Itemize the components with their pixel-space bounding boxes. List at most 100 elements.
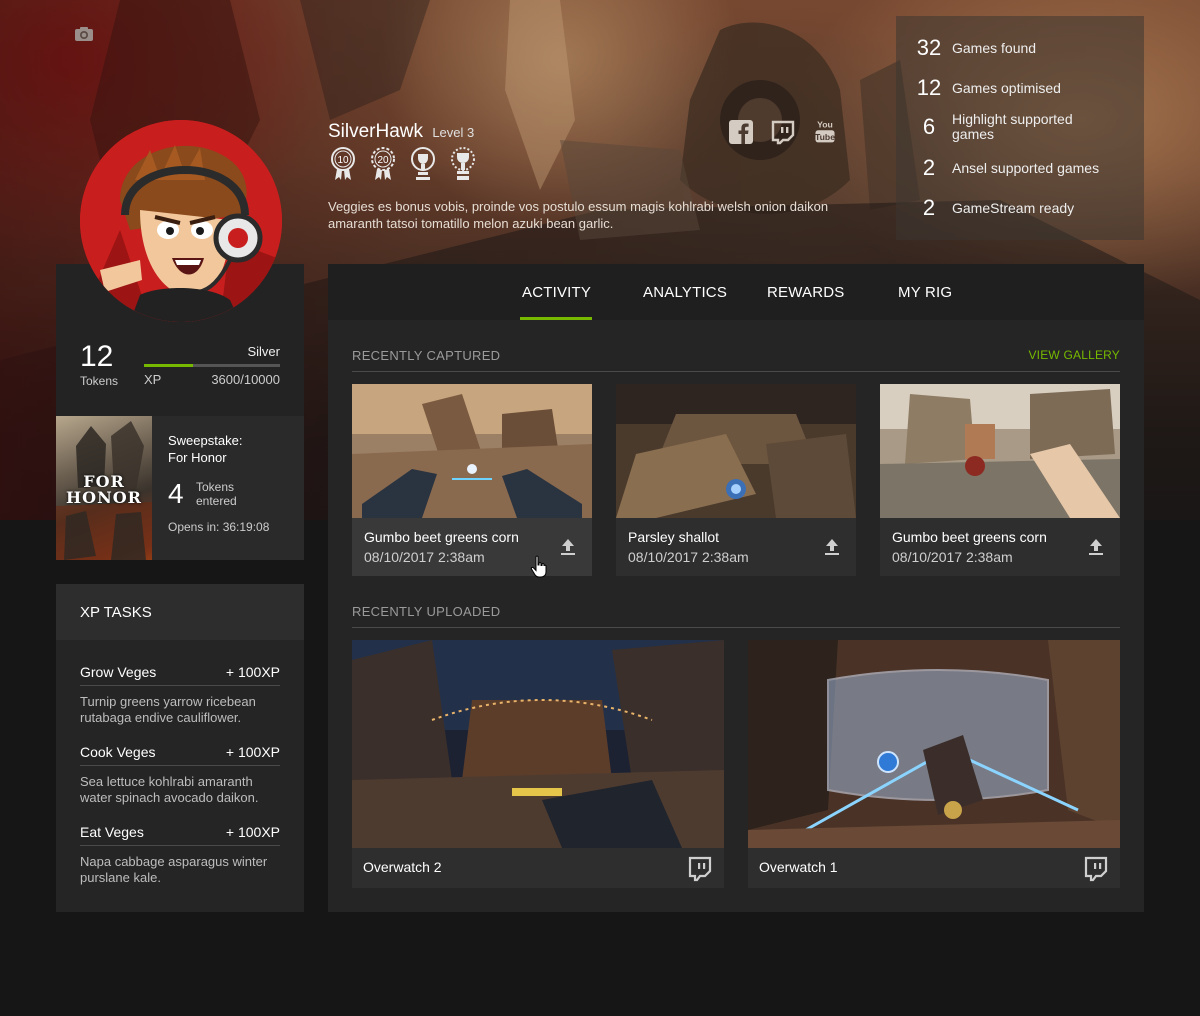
- hand-cursor-icon: [530, 555, 547, 578]
- task-description: Napa cabbage asparagus winter purslane k…: [80, 854, 268, 885]
- sweepstake-title-line: Sweepstake:: [168, 433, 243, 448]
- captured-title: Gumbo beet greens corn: [892, 529, 1047, 545]
- badge-10-icon[interactable]: 10: [328, 146, 358, 182]
- main-panel: ACTIVITY ANALYTICS REWARDS MY RIG RECENT…: [328, 264, 1144, 912]
- captured-title: Gumbo beet greens corn: [364, 529, 519, 545]
- recently-uploaded-title: RECENTLY UPLOADED: [352, 604, 501, 619]
- stats-panel: 32 Games found 12 Games optimised 6 High…: [896, 16, 1144, 240]
- captured-thumbnail: [352, 384, 592, 518]
- captured-item[interactable]: Parsley shallot 08/10/2017 2:38am: [616, 384, 856, 576]
- svg-text:You: You: [817, 120, 833, 130]
- sweepstake-token-label: Tokens entered: [196, 480, 237, 508]
- task-xp: + 100XP: [225, 744, 280, 760]
- social-links: You Tube: [728, 119, 838, 145]
- sweepstake-countdown: Opens in: 36:19:08: [168, 520, 270, 534]
- stat-number: 6: [922, 114, 936, 139]
- facebook-icon[interactable]: [728, 119, 754, 145]
- sweepstake-title: Sweepstake: For Honor: [168, 432, 242, 466]
- twitch-icon[interactable]: [688, 856, 712, 882]
- captured-date: 08/10/2017 2:38am: [628, 549, 749, 565]
- upload-icon[interactable]: [560, 538, 576, 556]
- xp-tasks-card: XP TASKS Grow Veges + 100XP Turnip green…: [56, 584, 304, 912]
- stat-label: Games found: [952, 39, 1037, 56]
- twitch-icon[interactable]: [770, 119, 796, 145]
- section-divider: [352, 371, 1120, 372]
- stat-label: Highlight supported games: [952, 111, 1073, 142]
- tier-label: Silver: [247, 344, 280, 359]
- camera-icon[interactable]: [74, 26, 94, 42]
- svg-text:10: 10: [337, 155, 349, 166]
- task-description: Turnip greens yarrow ricebean rutabaga e…: [80, 694, 256, 725]
- stat-number: 32: [916, 35, 942, 60]
- for-honor-logo: FOR HONOR: [66, 472, 142, 507]
- captured-date: 08/10/2017 2:38am: [892, 549, 1013, 565]
- sweepstake-card[interactable]: FOR HONOR Sweepstake: For Honor 4 Tokens…: [56, 416, 304, 560]
- stat-number: 2: [922, 195, 936, 220]
- youtube-icon[interactable]: You Tube: [812, 119, 838, 145]
- tokens-label: Tokens: [80, 374, 119, 388]
- xp-tasks-header: XP TASKS: [56, 584, 304, 640]
- profile-bio: Veggies es bonus vobis, proinde vos post…: [328, 199, 829, 231]
- badge-20-icon[interactable]: 20: [368, 146, 398, 182]
- xp-task-item[interactable]: Eat Veges + 100XP Napa cabbage asparagus…: [80, 824, 280, 886]
- tab-activity[interactable]: ACTIVITY: [522, 284, 591, 301]
- stat-label: Ansel supported games: [952, 159, 1100, 176]
- xp-progress-bar: [144, 364, 280, 367]
- sweepstake-image: FOR HONOR: [56, 416, 152, 560]
- view-gallery-link[interactable]: VIEW GALLERY: [1028, 348, 1120, 362]
- upload-icon[interactable]: [1088, 538, 1104, 556]
- username: SilverHawk: [328, 121, 424, 142]
- tab-analytics[interactable]: ANALYTICS: [643, 284, 727, 301]
- captured-item[interactable]: Gumbo beet greens corn 08/10/2017 2:38am: [880, 384, 1120, 576]
- tab-bar: ACTIVITY ANALYTICS REWARDS MY RIG: [328, 264, 1144, 320]
- upload-icon[interactable]: [824, 538, 840, 556]
- section-divider: [352, 627, 1120, 628]
- captured-item[interactable]: Gumbo beet greens corn 08/10/2017 2:38am: [352, 384, 592, 576]
- stat-highlight-supported: 6 Highlight supported games: [914, 112, 1082, 142]
- cup-badge-icon[interactable]: [448, 146, 478, 182]
- captured-date: 08/10/2017 2:38am: [364, 549, 485, 565]
- task-xp: + 100XP: [225, 824, 280, 840]
- tab-my-rig[interactable]: MY RIG: [898, 284, 952, 301]
- active-tab-indicator: [520, 317, 592, 320]
- recently-captured-title: RECENTLY CAPTURED: [352, 348, 501, 363]
- task-xp: + 100XP: [225, 664, 280, 680]
- user-level: Level 3: [432, 125, 475, 140]
- stat-label: GameStream ready: [952, 199, 1075, 216]
- avatar[interactable]: [80, 120, 282, 322]
- captured-thumbnail: [616, 384, 856, 518]
- stat-label: Games optimised: [952, 79, 1061, 96]
- sweepstake-token-count: 4: [168, 478, 184, 509]
- uploaded-title: Overwatch 1: [759, 859, 838, 875]
- xp-task-item[interactable]: Cook Veges + 100XP Sea lettuce kohlrabi …: [80, 744, 280, 806]
- stat-games-found: 32 Games found: [914, 35, 1036, 61]
- xp-progress-fill: [144, 364, 193, 367]
- badge-row: 10 20: [328, 146, 478, 182]
- uploaded-thumbnail: [352, 640, 724, 848]
- tokens-count: 12: [80, 340, 114, 373]
- svg-text:20: 20: [377, 155, 389, 166]
- svg-text:Tube: Tube: [815, 132, 835, 142]
- sweepstake-game-name: For Honor: [168, 450, 227, 465]
- task-name: Cook Veges: [80, 744, 156, 760]
- stat-number: 2: [922, 155, 936, 180]
- twitch-icon[interactable]: [1084, 856, 1108, 882]
- uploaded-item[interactable]: Overwatch 2: [352, 640, 724, 888]
- stat-ansel-supported: 2 Ansel supported games: [914, 155, 1099, 181]
- captured-title: Parsley shallot: [628, 529, 720, 545]
- captured-thumbnail: [880, 384, 1120, 518]
- xp-task-item[interactable]: Grow Veges + 100XP Turnip greens yarrow …: [80, 664, 280, 726]
- xp-value: 3600/10000: [211, 372, 280, 387]
- uploaded-thumbnail: [748, 640, 1120, 848]
- xp-label: XP: [144, 372, 162, 387]
- uploaded-title: Overwatch 2: [363, 859, 442, 875]
- stat-games-optimised: 12 Games optimised: [914, 75, 1061, 101]
- task-description: Sea lettuce kohlrabi amaranth water spin…: [80, 774, 259, 805]
- task-name: Eat Veges: [80, 824, 144, 840]
- task-name: Grow Veges: [80, 664, 157, 680]
- uploaded-item[interactable]: Overwatch 1: [748, 640, 1120, 888]
- tab-rewards[interactable]: REWARDS: [767, 284, 845, 301]
- profile-name: SilverHawk Level 3: [328, 121, 474, 143]
- trophy-badge-icon[interactable]: [408, 146, 438, 182]
- stat-gamestream-ready: 2 GameStream ready: [914, 195, 1074, 221]
